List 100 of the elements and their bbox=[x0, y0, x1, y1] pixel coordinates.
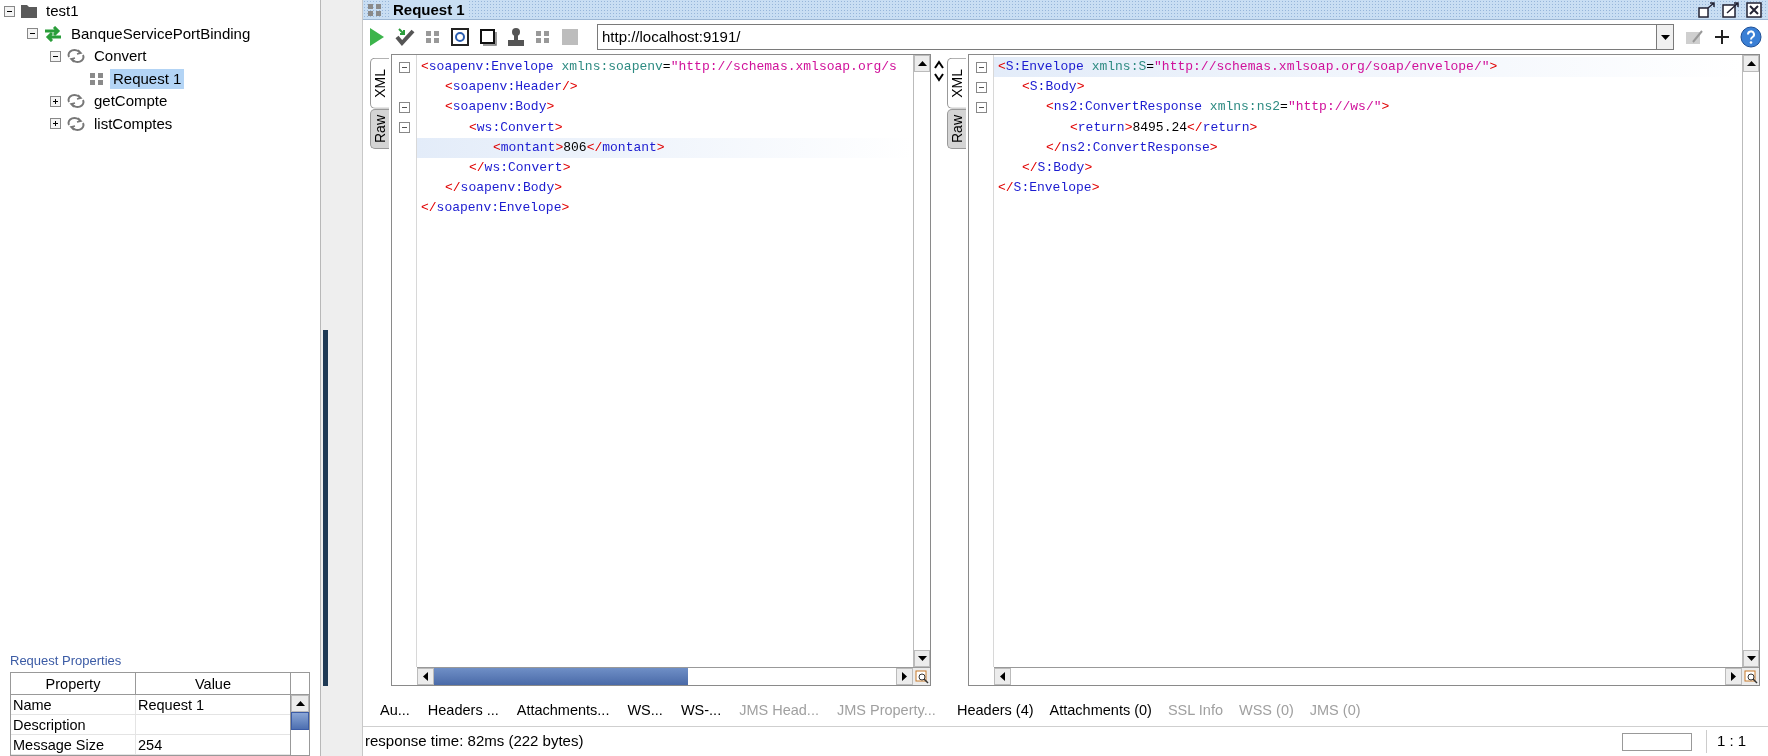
up-arrow-icon bbox=[917, 61, 927, 66]
tree-item[interactable]: listComptes bbox=[91, 113, 176, 134]
cycle-arrows-icon bbox=[66, 115, 86, 132]
scroll-up-button[interactable] bbox=[914, 55, 930, 72]
collapse-arrows-icon[interactable] bbox=[934, 60, 944, 82]
expand-toggle-icon[interactable] bbox=[50, 95, 61, 107]
panel-tab[interactable]: Au... bbox=[380, 700, 410, 722]
code-line: </ns2:ConvertResponse> bbox=[1046, 139, 1218, 155]
restore-icon[interactable] bbox=[1698, 1, 1716, 18]
scroll-right-button[interactable] bbox=[1725, 668, 1742, 685]
caret-icon bbox=[1660, 34, 1670, 40]
code-line: <montant>806</montant> bbox=[493, 139, 665, 155]
right-arrow-icon bbox=[902, 672, 907, 681]
code-line: <return>8495.24</return> bbox=[1070, 119, 1258, 135]
column-header[interactable]: Property bbox=[11, 673, 136, 694]
panel-tab[interactable]: WS... bbox=[627, 700, 663, 722]
close-icon[interactable] bbox=[1746, 1, 1764, 18]
table-cell-text: 254 bbox=[137, 736, 164, 754]
code-line: </soapenv:Envelope> bbox=[421, 200, 570, 216]
table-cell-text: Request 1 bbox=[137, 696, 206, 714]
zoom-icon[interactable] bbox=[1743, 669, 1758, 684]
vertical-scrollbar[interactable] bbox=[913, 55, 930, 667]
panel-tab[interactable]: Headers ... bbox=[427, 700, 499, 722]
tree-item[interactable]: test1 bbox=[43, 1, 82, 22]
right-arrow-icon bbox=[1731, 672, 1736, 681]
status-message: response time: 82ms (222 bytes) bbox=[365, 731, 585, 752]
maximize-icon[interactable] bbox=[1722, 1, 1740, 18]
column-header[interactable]: Value bbox=[136, 673, 290, 694]
horizontal-scrollbar[interactable] bbox=[994, 667, 1759, 685]
vertical-scrollbar[interactable] bbox=[1742, 55, 1759, 667]
scroll-down-button[interactable] bbox=[914, 650, 930, 667]
tree-item[interactable]: Request 1 bbox=[110, 68, 185, 89]
view-tab[interactable]: Raw bbox=[370, 108, 389, 149]
up-arrow-icon bbox=[295, 701, 305, 706]
panel-tab[interactable]: WS-... bbox=[680, 700, 722, 722]
play-icon[interactable] bbox=[369, 27, 385, 47]
tree-item[interactable]: getCompte bbox=[91, 91, 171, 112]
table-cell: Description bbox=[11, 715, 136, 734]
folder-icon bbox=[20, 3, 38, 20]
grid-icon bbox=[367, 1, 383, 18]
code-line: </S:Envelope> bbox=[998, 180, 1100, 196]
tree-item[interactable]: BanqueServicePortBinding bbox=[68, 23, 254, 44]
scroll-left-button[interactable] bbox=[994, 668, 1011, 685]
table-cell: Name bbox=[11, 695, 136, 714]
up-arrow-icon bbox=[1746, 61, 1756, 66]
collapse-toggle-icon[interactable] bbox=[50, 50, 61, 62]
down-arrow-icon bbox=[917, 656, 927, 661]
zoom-icon[interactable] bbox=[914, 669, 929, 684]
code-line: <ws:Convert> bbox=[469, 119, 563, 135]
fold-icon[interactable] bbox=[976, 81, 987, 93]
dropdown-button[interactable] bbox=[1657, 24, 1674, 50]
view-tab[interactable]: XML bbox=[370, 58, 389, 109]
fold-icon[interactable] bbox=[399, 101, 410, 113]
grid-icon bbox=[89, 70, 105, 87]
table-cell: Message Size bbox=[11, 735, 136, 754]
collapse-toggle-icon[interactable] bbox=[4, 5, 15, 17]
window-title: Request 1 bbox=[389, 0, 469, 19]
endpoint-field[interactable]: http://localhost:9191/ bbox=[597, 24, 1657, 50]
tree-item[interactable]: Convert bbox=[91, 46, 150, 67]
down-arrow-icon bbox=[1746, 656, 1756, 661]
edit-icon[interactable] bbox=[1684, 28, 1704, 46]
code-line: </soapenv:Body> bbox=[445, 180, 563, 196]
code-line: <S:Body> bbox=[1022, 79, 1085, 95]
scroll-thumb[interactable] bbox=[434, 668, 689, 685]
help-icon[interactable] bbox=[1740, 26, 1762, 48]
plus-icon[interactable] bbox=[1714, 29, 1730, 45]
square-icon[interactable] bbox=[479, 28, 497, 46]
left-arrow-icon bbox=[423, 672, 428, 681]
collapse-toggle-icon[interactable] bbox=[27, 28, 38, 40]
check-icon[interactable] bbox=[395, 27, 415, 47]
scroll-right-button[interactable] bbox=[896, 668, 913, 685]
fold-icon[interactable] bbox=[399, 61, 410, 73]
cycle-arrows-icon bbox=[66, 93, 86, 110]
stamp-icon[interactable] bbox=[507, 27, 525, 47]
panel-tab[interactable]: Attachments (0) bbox=[1049, 700, 1152, 722]
view-tab[interactable]: Raw bbox=[947, 108, 966, 149]
fold-icon[interactable] bbox=[976, 61, 987, 73]
code-line: </ws:Convert> bbox=[469, 160, 571, 176]
refresh-box-icon[interactable] bbox=[451, 28, 469, 46]
left-arrow-icon bbox=[1000, 672, 1005, 681]
scroll-left-button[interactable] bbox=[417, 668, 434, 685]
scroll-thumb[interactable] bbox=[291, 712, 309, 730]
code-line: <S:Envelope xmlns:S="http://schemas.xmlsoap.org/soap/envelope/"> bbox=[998, 59, 1498, 75]
code-line: <soapenv:Envelope xmlns:soapenv="http://schemas.xmlsoap.org/s bbox=[421, 59, 897, 75]
horizontal-scrollbar[interactable] bbox=[417, 667, 930, 685]
scroll-up-button[interactable] bbox=[1743, 55, 1759, 72]
expand-toggle-icon[interactable] bbox=[50, 118, 61, 130]
progress-box bbox=[1622, 732, 1692, 751]
view-tab[interactable]: XML bbox=[947, 58, 966, 109]
panel-tab[interactable]: Headers (4) bbox=[957, 700, 1034, 722]
panel-tab[interactable]: Attachments... bbox=[516, 700, 610, 722]
cursor-position: 1 : 1 bbox=[1706, 730, 1766, 753]
fold-icon[interactable] bbox=[399, 122, 410, 134]
fold-icon[interactable] bbox=[976, 101, 987, 113]
scroll-down-button[interactable] bbox=[1743, 650, 1759, 667]
grid-icon[interactable] bbox=[535, 29, 551, 45]
code-line: </S:Body> bbox=[1022, 160, 1093, 176]
cycle-arrows-icon bbox=[66, 48, 86, 65]
scroll-up-button[interactable] bbox=[291, 695, 309, 712]
grid-icon[interactable] bbox=[425, 29, 441, 45]
